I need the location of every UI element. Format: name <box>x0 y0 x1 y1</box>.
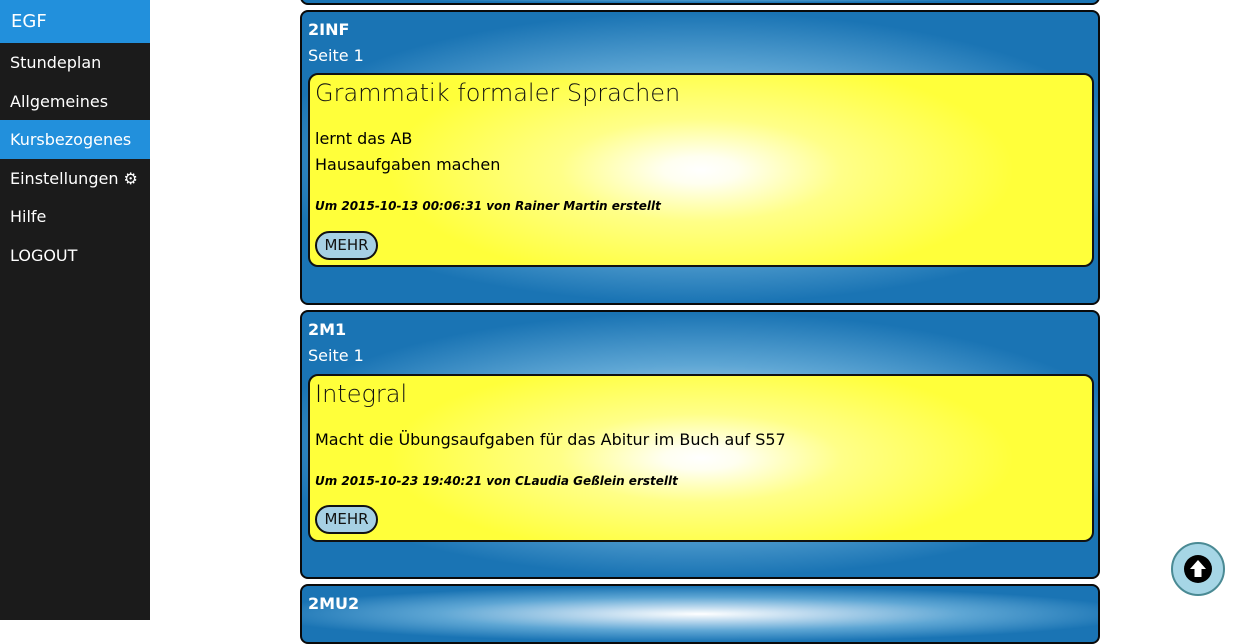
nav-item-stundeplan[interactable]: Stundeplan <box>0 43 150 82</box>
course-page: Seite 1 <box>308 346 364 365</box>
entry-meta: Um 2015-10-23 19:40:21 von CLaudia Geßle… <box>315 474 678 488</box>
brand-logo[interactable]: EGF <box>0 0 150 43</box>
course-card: 2INF Seite 1 Grammatik formaler Sprachen… <box>300 10 1100 305</box>
entry-line: Hausaufgaben machen <box>315 155 501 174</box>
homework-entry: Integral Macht die Übungsaufgaben für da… <box>308 374 1094 542</box>
nav-item-kursbezogenes[interactable]: Kursbezogenes <box>0 120 150 159</box>
scroll-to-top-button[interactable] <box>1171 542 1225 596</box>
nav-item-allgemeines[interactable]: Allgemeines <box>0 82 150 121</box>
entry-line: Macht die Übungsaufgaben für das Abitur … <box>315 430 786 449</box>
entry-meta: Um 2015-10-13 00:06:31 von Rainer Martin… <box>315 199 661 213</box>
arrow-up-circle-icon <box>1184 555 1212 583</box>
course-page: Seite 1 <box>308 46 364 65</box>
course-code: 2INF <box>308 20 350 39</box>
nav-item-logout[interactable]: LOGOUT <box>0 236 150 275</box>
course-card-previous <box>300 0 1100 5</box>
course-card: 2M1 Seite 1 Integral Macht die Übungsauf… <box>300 310 1100 579</box>
course-code: 2MU2 <box>308 594 360 613</box>
entry-title: Grammatik formaler Sprachen <box>315 79 681 107</box>
entry-title: Integral <box>315 380 408 408</box>
nav-item-einstellungen[interactable]: Einstellungen ⚙ <box>0 159 150 198</box>
homework-entry: Grammatik formaler Sprachen lernt das AB… <box>308 73 1094 267</box>
sidebar: EGF Stundeplan Allgemeines Kursbezogenes… <box>0 0 150 620</box>
more-button[interactable]: MEHR <box>315 231 378 260</box>
entry-line: lernt das AB <box>315 129 413 148</box>
nav-item-hilfe[interactable]: Hilfe <box>0 197 150 236</box>
course-code: 2M1 <box>308 320 347 339</box>
more-button[interactable]: MEHR <box>315 505 378 534</box>
course-card: 2MU2 <box>300 584 1100 644</box>
